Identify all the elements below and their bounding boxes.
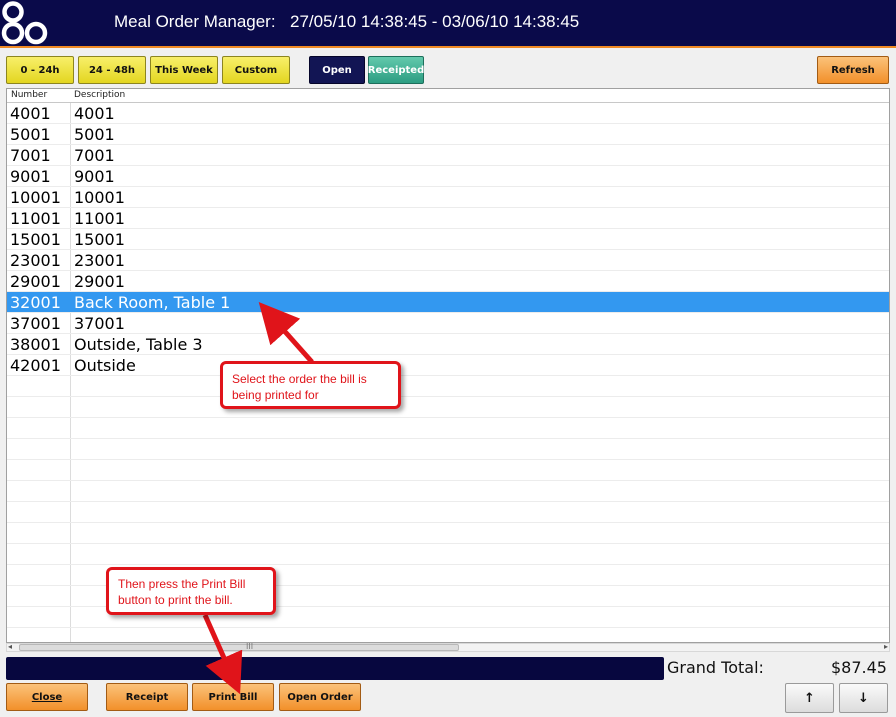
empty-table-row[interactable] — [7, 418, 889, 439]
callout-text: Then press the Print Bill button to prin… — [118, 577, 246, 607]
order-description-cell: 4001 — [74, 104, 115, 123]
scroll-grip-icon: III — [246, 642, 254, 651]
order-number-cell: 4001 — [10, 104, 51, 123]
order-number-cell: 5001 — [10, 125, 51, 144]
title-bar: Meal Order Manager: 27/05/10 14:38:45 - … — [0, 0, 896, 48]
empty-table-row[interactable] — [7, 544, 889, 565]
order-number-cell: 7001 — [10, 146, 51, 165]
receipted-orders-toggle[interactable]: Receipted — [368, 56, 424, 84]
table-row[interactable]: 37001 37001 — [7, 313, 889, 334]
order-description-cell: 9001 — [74, 167, 115, 186]
table-row[interactable]: 7001 7001 — [7, 145, 889, 166]
empty-table-row[interactable] — [7, 439, 889, 460]
refresh-button[interactable]: Refresh — [817, 56, 889, 84]
table-row[interactable]: 29001 29001 — [7, 271, 889, 292]
table-row[interactable]: 10001 10001 — [7, 187, 889, 208]
scroll-down-button[interactable]: ↓ — [839, 683, 888, 713]
empty-table-row[interactable] — [7, 397, 889, 418]
empty-table-row[interactable] — [7, 502, 889, 523]
table-row[interactable]: 5001 5001 — [7, 124, 889, 145]
grand-total-label: Grand Total: — [667, 658, 764, 677]
order-number-cell: 9001 — [10, 167, 51, 186]
table-row[interactable]: 4001 4001 — [7, 103, 889, 124]
table-row[interactable]: 11001 11001 — [7, 208, 889, 229]
open-order-button[interactable]: Open Order — [279, 683, 361, 711]
order-number-cell: 10001 — [10, 188, 61, 207]
scroll-right-icon[interactable]: ▸ — [884, 642, 888, 651]
order-number-cell: 15001 — [10, 230, 61, 249]
scroll-up-button[interactable]: ↑ — [785, 683, 834, 713]
receipt-button[interactable]: Receipt — [106, 683, 188, 711]
callout-text: Select the order the bill is being print… — [232, 372, 367, 402]
empty-table-row[interactable] — [7, 481, 889, 502]
app-title: Meal Order Manager: — [114, 12, 276, 31]
order-number-cell: 29001 — [10, 272, 61, 291]
table-header: Number Description — [7, 89, 889, 103]
scroll-left-icon[interactable]: ◂ — [8, 642, 12, 651]
grand-total-value: $87.45 — [831, 658, 887, 677]
column-header-description[interactable]: Description — [74, 90, 125, 100]
table-row[interactable]: 23001 23001 — [7, 250, 889, 271]
order-description-cell: 23001 — [74, 251, 125, 270]
empty-table-row[interactable] — [7, 460, 889, 481]
arrow-down-icon: ↓ — [858, 690, 869, 706]
filter-24-48h-button[interactable]: 24 - 48h — [78, 56, 146, 84]
order-number-cell: 11001 — [10, 209, 61, 228]
scrollbar-thumb[interactable]: III — [19, 642, 459, 651]
order-description-cell: 7001 — [74, 146, 115, 165]
order-description-cell: Outside — [74, 356, 136, 375]
print-bill-button[interactable]: Print Bill — [192, 683, 274, 711]
filter-this-week-button[interactable]: This Week — [150, 56, 218, 84]
order-number-cell: 37001 — [10, 314, 61, 333]
order-description-cell: 11001 — [74, 209, 125, 228]
order-number-cell: 38001 — [10, 335, 61, 354]
status-bar — [6, 657, 664, 680]
empty-table-row[interactable] — [7, 628, 889, 642]
filter-0-24h-button[interactable]: 0 - 24h — [6, 56, 74, 84]
order-number-cell: 32001 — [10, 293, 61, 312]
order-number-cell: 23001 — [10, 251, 61, 270]
horizontal-scrollbar[interactable]: ◂ III ▸ — [6, 642, 890, 652]
order-description-cell: Outside, Table 3 — [74, 335, 203, 354]
three-ring-logo-icon — [1, 1, 48, 45]
order-description-cell: 15001 — [74, 230, 125, 249]
close-button[interactable]: Close — [6, 683, 88, 711]
table-row[interactable]: 42001 Outside — [7, 355, 889, 376]
select-order-callout: Select the order the bill is being print… — [220, 361, 401, 409]
order-description-cell: 10001 — [74, 188, 125, 207]
table-row[interactable]: 9001 9001 — [7, 166, 889, 187]
print-bill-callout: Then press the Print Bill button to prin… — [106, 567, 276, 615]
empty-table-row[interactable] — [7, 523, 889, 544]
table-row[interactable]: 15001 15001 — [7, 229, 889, 250]
empty-table-row[interactable] — [7, 376, 889, 397]
filter-custom-button[interactable]: Custom — [222, 56, 290, 84]
arrow-up-icon: ↑ — [804, 690, 815, 706]
column-header-number[interactable]: Number — [11, 90, 47, 100]
order-description-cell: 5001 — [74, 125, 115, 144]
order-description-cell: 29001 — [74, 272, 125, 291]
orders-table[interactable]: Number Description 4001 4001 5001 5001 7001 7… — [6, 88, 890, 643]
open-orders-toggle[interactable]: Open — [309, 56, 365, 84]
table-row[interactable]: 32001 Back Room, Table 1 — [7, 292, 889, 313]
table-row[interactable]: 38001 Outside, Table 3 — [7, 334, 889, 355]
order-number-cell: 42001 — [10, 356, 61, 375]
order-description-cell: Back Room, Table 1 — [74, 293, 231, 312]
date-range: 27/05/10 14:38:45 - 03/06/10 14:38:45 — [290, 12, 580, 31]
order-description-cell: 37001 — [74, 314, 125, 333]
